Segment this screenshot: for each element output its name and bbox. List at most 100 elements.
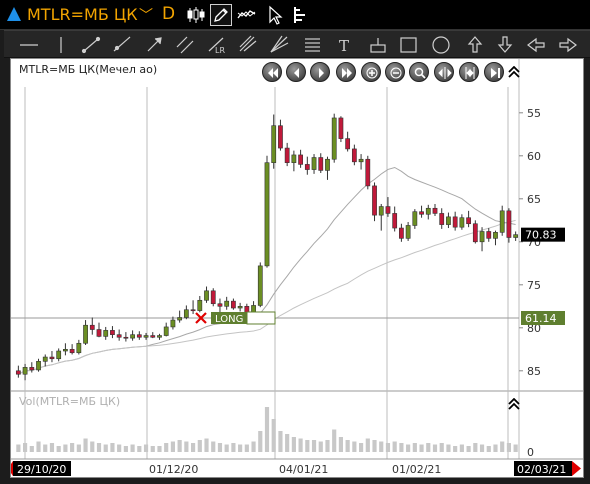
candle-body[interactable] bbox=[291, 154, 297, 163]
candle-body[interactable] bbox=[452, 216, 458, 228]
candle-body[interactable] bbox=[325, 158, 330, 171]
candle-body[interactable] bbox=[143, 335, 149, 338]
candle-body[interactable] bbox=[22, 367, 28, 375]
period-selector[interactable]: D bbox=[162, 4, 175, 24]
instrument-symbol[interactable]: MTLR=МБ ЦК bbox=[27, 5, 138, 24]
linear-regression-icon[interactable]: LR bbox=[208, 37, 225, 55]
candle-body[interactable] bbox=[331, 117, 337, 160]
candle-body[interactable] bbox=[271, 125, 277, 163]
scroll-end-button[interactable] bbox=[484, 62, 504, 82]
candle-body[interactable] bbox=[506, 210, 512, 238]
compress-button[interactable] bbox=[459, 62, 479, 82]
candle-body[interactable] bbox=[96, 329, 102, 337]
candle-body[interactable] bbox=[311, 157, 317, 170]
candle-body[interactable] bbox=[15, 370, 21, 375]
candle-body[interactable] bbox=[351, 148, 357, 163]
collapse-price-panel-icon[interactable] bbox=[508, 66, 520, 78]
candle-body[interactable] bbox=[493, 232, 498, 239]
candle-body[interactable] bbox=[278, 125, 283, 149]
arrow-right-icon[interactable] bbox=[559, 37, 577, 53]
candle-body[interactable] bbox=[372, 185, 377, 216]
candle-body[interactable] bbox=[76, 342, 82, 354]
candles-icon[interactable] bbox=[185, 4, 207, 26]
candle-body[interactable] bbox=[479, 231, 485, 243]
candle-body[interactable] bbox=[385, 206, 391, 214]
candle-body[interactable] bbox=[412, 211, 418, 226]
candle-body[interactable] bbox=[405, 225, 411, 239]
candle-body[interactable] bbox=[183, 309, 189, 318]
candle-body[interactable] bbox=[170, 319, 176, 328]
candle-body[interactable] bbox=[419, 211, 424, 215]
zoom-fit-button[interactable] bbox=[409, 62, 429, 82]
candle-body[interactable] bbox=[116, 334, 122, 338]
chart-panel[interactable]: 85 80 75 70 65 60 55 0 LONG 70.83 61.14 29/10/20 01/… bbox=[10, 58, 584, 478]
candle-body[interactable] bbox=[459, 217, 465, 228]
candle-body[interactable] bbox=[499, 210, 505, 233]
candle-body[interactable] bbox=[439, 213, 445, 225]
candle-body[interactable] bbox=[358, 158, 364, 163]
first-page-button[interactable] bbox=[262, 62, 282, 82]
candle-body[interactable] bbox=[466, 217, 471, 225]
candle-body[interactable] bbox=[513, 234, 519, 238]
candle-body[interactable] bbox=[217, 303, 223, 307]
candle-body[interactable] bbox=[378, 206, 384, 216]
candle-body[interactable] bbox=[345, 138, 351, 150]
candle-body[interactable] bbox=[284, 147, 290, 163]
candle-body[interactable] bbox=[472, 223, 478, 243]
candle-body[interactable] bbox=[69, 348, 75, 354]
draw-pencil-icon[interactable] bbox=[210, 4, 232, 26]
candle-body[interactable] bbox=[150, 335, 156, 338]
candle-body[interactable] bbox=[163, 326, 169, 336]
candle-body[interactable] bbox=[190, 309, 196, 312]
candle-body[interactable] bbox=[157, 335, 162, 338]
text-icon[interactable]: T bbox=[339, 37, 349, 55]
candle-body[interactable] bbox=[56, 350, 62, 360]
candle-body[interactable] bbox=[136, 334, 142, 338]
parallel-channel-icon[interactable] bbox=[176, 36, 194, 54]
candle-body[interactable] bbox=[257, 265, 263, 306]
stretch-button[interactable] bbox=[434, 62, 454, 82]
candle-body[interactable] bbox=[392, 213, 398, 229]
candle-body[interactable] bbox=[83, 324, 88, 344]
candle-body[interactable] bbox=[264, 162, 270, 267]
compare-icon[interactable] bbox=[236, 4, 258, 26]
position-label[interactable]: LONG bbox=[215, 314, 243, 325]
price-label-icon[interactable] bbox=[370, 38, 386, 53]
indicators-icon[interactable] bbox=[291, 4, 313, 26]
candle-body[interactable] bbox=[197, 299, 203, 311]
zoom-in-button[interactable] bbox=[361, 62, 381, 82]
candle-body[interactable] bbox=[89, 324, 95, 330]
arrow-left-icon[interactable] bbox=[527, 37, 545, 53]
position-qty-box[interactable] bbox=[246, 311, 276, 325]
candle-body[interactable] bbox=[63, 348, 68, 352]
fibonacci-icon[interactable] bbox=[305, 38, 320, 52]
candle-body[interactable] bbox=[304, 164, 310, 170]
candle-body[interactable] bbox=[231, 300, 236, 309]
collapse-volume-panel-icon[interactable] bbox=[508, 398, 520, 410]
candle-body[interactable] bbox=[432, 207, 438, 214]
price-chart[interactable]: 858075706560550LONG70.8361.1429/10/20 01/… bbox=[11, 59, 583, 477]
candle-body[interactable] bbox=[123, 336, 129, 339]
candle-body[interactable] bbox=[446, 216, 451, 225]
candle-body[interactable] bbox=[49, 356, 55, 360]
candle-body[interactable] bbox=[237, 306, 243, 309]
candle-body[interactable] bbox=[29, 367, 35, 371]
candle-body[interactable] bbox=[486, 231, 492, 239]
candle-body[interactable] bbox=[338, 117, 344, 139]
candle-body[interactable] bbox=[365, 158, 371, 187]
pitchfork-icon[interactable] bbox=[239, 35, 257, 52]
ray-icon[interactable] bbox=[113, 36, 131, 52]
ellipse-icon[interactable] bbox=[432, 36, 450, 54]
last-page-button[interactable] bbox=[336, 62, 356, 82]
arrow-up-icon[interactable] bbox=[467, 36, 483, 53]
next-button[interactable] bbox=[310, 62, 330, 82]
cursor-icon[interactable] bbox=[264, 4, 286, 26]
candle-body[interactable] bbox=[425, 207, 431, 215]
candle-body[interactable] bbox=[399, 227, 404, 239]
candle-body[interactable] bbox=[318, 157, 324, 171]
trend-line-icon[interactable] bbox=[81, 36, 101, 54]
prev-button[interactable] bbox=[286, 62, 306, 82]
candle-body[interactable] bbox=[210, 290, 216, 305]
candle-body[interactable] bbox=[298, 154, 303, 165]
arrow-down-icon[interactable] bbox=[497, 36, 513, 53]
